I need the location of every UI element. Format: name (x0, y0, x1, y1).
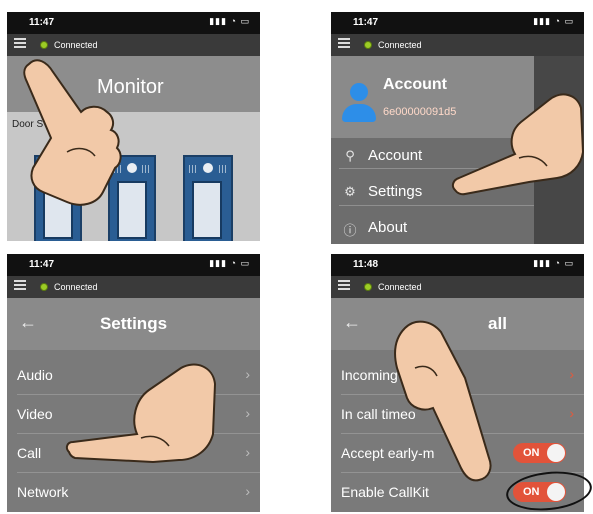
account-name: Account (383, 76, 447, 93)
connection-bar: Connected (331, 276, 584, 298)
status-bar: 11:47 ▮▮▮ ◔ ▭ (7, 12, 260, 34)
status-icons: ▮▮▮ ◔ ▭ (209, 258, 250, 268)
drawer-item-label: Account (368, 147, 423, 164)
row-label: Incoming (341, 367, 398, 383)
door-station-tile[interactable] (34, 155, 82, 241)
row-label: In call timeo (341, 406, 416, 422)
toggle-label: ON (523, 447, 540, 459)
settings-row-video[interactable]: Video › (7, 395, 260, 434)
drawer-item-about[interactable]: ⓘ About (331, 210, 534, 244)
door-station-tile[interactable] (108, 155, 156, 241)
page-title: Settings (99, 314, 168, 333)
page-title: all (488, 314, 507, 333)
chevron-right-icon: › (569, 405, 574, 421)
divider (339, 205, 534, 206)
page-title: Monitor (97, 76, 164, 98)
connection-status: Connected (54, 282, 98, 292)
section-label: Door S (12, 119, 44, 130)
settings-row-network[interactable]: Network › (7, 473, 260, 512)
connection-bar: Connected (7, 276, 260, 298)
connection-status: Connected (378, 40, 422, 50)
connection-status: Connected (54, 40, 98, 50)
row-label: Accept early-m (341, 445, 435, 461)
call-row-incoming[interactable]: Incoming › (331, 356, 584, 395)
info-icon: ⓘ (343, 223, 357, 238)
chevron-right-icon: › (245, 483, 250, 499)
drawer-item-label: About (368, 219, 408, 236)
status-time: 11:47 (29, 17, 55, 28)
connection-status: Connected (378, 282, 422, 292)
gear-icon: ⚙ (344, 184, 356, 199)
drawer-item-label: Settings (368, 183, 423, 200)
hamburger-menu-icon[interactable] (338, 38, 350, 50)
status-icons: ▮▮▮ ◔ ▭ (533, 16, 574, 26)
connection-bar: Connected (7, 34, 260, 56)
monitor-screen: 11:47 ▮▮▮ ◔ ▭ Connected Monitor Door S (7, 12, 260, 241)
status-bar: 11:47 ▮▮▮ ◔ ▭ (7, 254, 260, 276)
chevron-right-icon: › (245, 444, 250, 460)
connection-dot-icon (364, 283, 372, 291)
back-arrow-icon[interactable]: ← (343, 312, 361, 333)
status-time: 11:48 (353, 259, 379, 270)
row-label: Network (17, 484, 69, 500)
row-label: Audio (17, 367, 53, 383)
person-icon: ⚲ (345, 148, 355, 163)
nav-bar: ← Settings (7, 298, 260, 350)
divider (339, 168, 534, 169)
status-bar: 11:47 ▮▮▮ ◔ ▭ (331, 12, 584, 34)
drawer-screen: 11:47 ▮▮▮ ◔ ▭ Connected Account 6e000000… (331, 12, 584, 244)
chevron-right-icon: › (245, 366, 250, 382)
hamburger-menu-icon[interactable] (14, 38, 26, 50)
status-time: 11:47 (353, 17, 379, 28)
nav-bar: ← all (331, 298, 584, 350)
status-time: 11:47 (29, 259, 55, 270)
connection-bar: Connected (331, 34, 584, 56)
call-row-accept-early-media: Accept early-m ON (331, 434, 584, 473)
settings-row-call[interactable]: Call › (7, 434, 260, 473)
accept-early-media-toggle[interactable]: ON (513, 443, 566, 463)
status-bar: 11:48 ▮▮▮ ◔ ▭ (331, 254, 584, 276)
drawer-item-account[interactable]: ⚲ Account (331, 138, 534, 175)
door-station-tile[interactable] (183, 155, 233, 241)
chevron-right-icon: › (569, 366, 574, 382)
status-icons: ▮▮▮ ◔ ▭ (209, 16, 250, 26)
row-label: Call (17, 445, 42, 461)
settings-row-audio[interactable]: Audio › (7, 356, 260, 395)
avatar-icon (342, 104, 376, 122)
status-icons: ▮▮▮ ◔ ▭ (533, 258, 574, 268)
row-label: Video (17, 406, 53, 422)
row-label: Enable CallKit (341, 484, 429, 500)
avatar-icon (350, 83, 368, 101)
chevron-right-icon: › (245, 405, 250, 421)
account-id: 6e00000091d5 (383, 106, 457, 118)
settings-screen: 11:47 ▮▮▮ ◔ ▭ Connected ← Settings Audio… (7, 254, 260, 512)
hamburger-menu-icon[interactable] (14, 280, 26, 292)
connection-dot-icon (40, 41, 48, 49)
connection-dot-icon (364, 41, 372, 49)
drawer-scrim[interactable] (534, 56, 584, 244)
hamburger-menu-icon[interactable] (338, 280, 350, 292)
connection-dot-icon (40, 283, 48, 291)
call-row-timeout[interactable]: In call timeo › (331, 395, 584, 434)
